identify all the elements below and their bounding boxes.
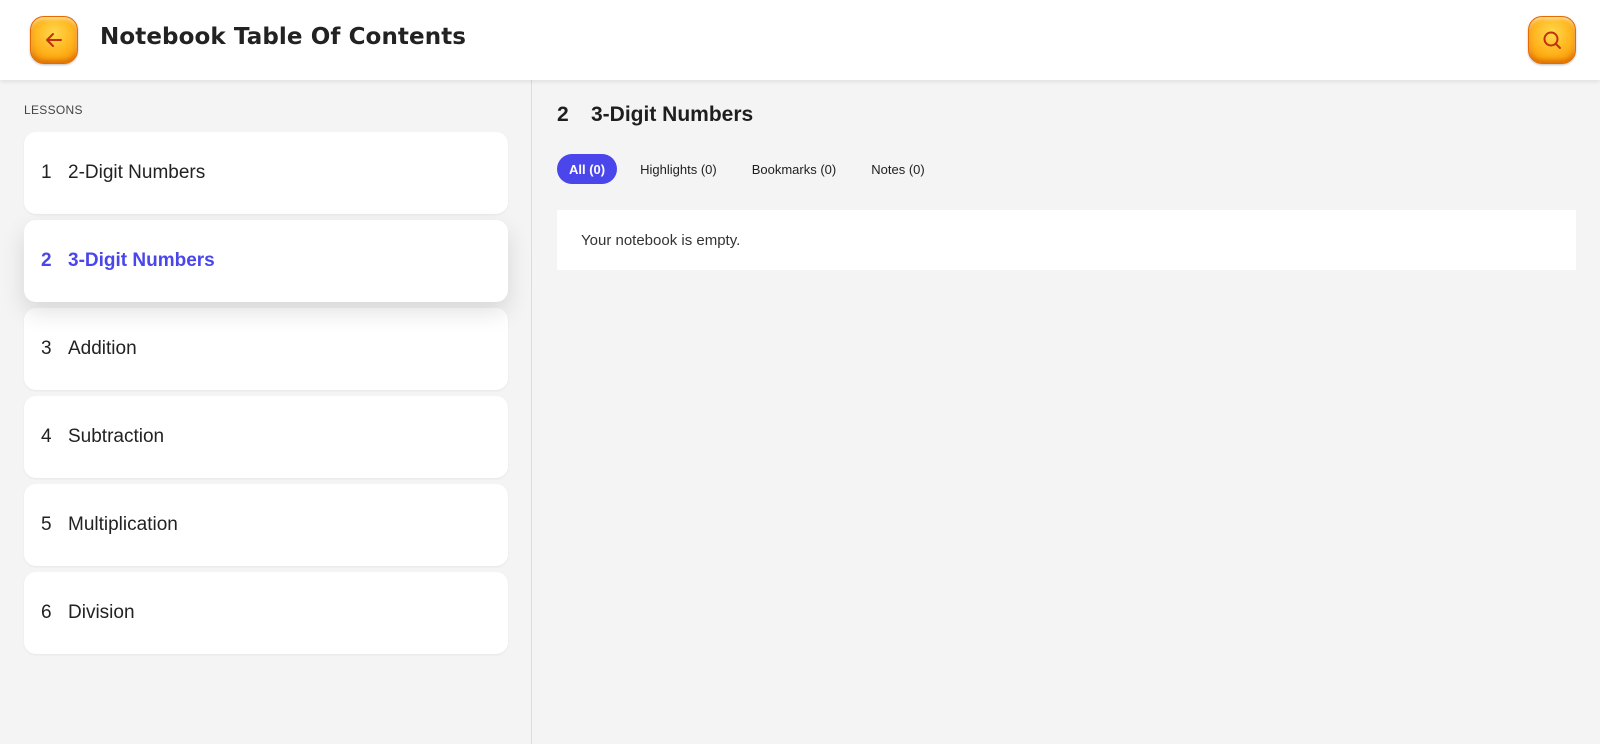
lesson-number: 3	[41, 338, 52, 359]
lesson-number: 2	[41, 250, 52, 271]
search-icon	[1543, 31, 1561, 49]
arrow-left-icon	[46, 33, 62, 47]
tab-highlights[interactable]: Highlights (0)	[628, 154, 729, 184]
lesson-name: 3-Digit Numbers	[68, 250, 215, 271]
lesson-item-6[interactable]: 6 Division	[24, 572, 508, 654]
lesson-item-5[interactable]: 5 Multiplication	[24, 484, 508, 566]
lesson-name: Division	[68, 602, 135, 623]
back-button[interactable]	[30, 16, 78, 64]
lesson-number: 4	[41, 426, 52, 447]
lessons-section-label: LESSONS	[24, 103, 83, 117]
tab-all[interactable]: All (0)	[557, 154, 618, 184]
tab-bookmarks[interactable]: Bookmarks (0)	[740, 154, 849, 184]
lesson-name: Addition	[68, 338, 137, 359]
lesson-name: 2-Digit Numbers	[68, 162, 206, 183]
tab-notes[interactable]: Notes (0)	[859, 154, 936, 184]
notebook-content: 2 3-Digit Numbers All (0) Highlights (0)…	[533, 80, 1600, 744]
lesson-number: 6	[41, 602, 52, 623]
search-button[interactable]	[1528, 16, 1576, 64]
lesson-item-3[interactable]: 3 Addition	[24, 308, 508, 390]
lesson-item-4[interactable]: 4 Subtraction	[24, 396, 508, 478]
app-header: Notebook Table Of Contents	[0, 0, 1600, 80]
filter-tabs: All (0) Highlights (0) Bookmarks (0) Not…	[557, 154, 948, 184]
lesson-name: Multiplication	[68, 514, 178, 535]
lesson-heading-title: 3-Digit Numbers	[591, 103, 754, 126]
empty-notebook-panel: Your notebook is empty.	[557, 210, 1576, 270]
lesson-number: 5	[41, 514, 52, 535]
lesson-heading-number: 2	[557, 103, 569, 126]
lesson-number: 1	[41, 162, 52, 183]
lesson-item-1[interactable]: 1 2-Digit Numbers	[24, 132, 508, 214]
lesson-name: Subtraction	[68, 426, 165, 447]
lessons-sidebar: LESSONS 1 2-Digit Numbers 2 3-Digit Numb…	[0, 80, 532, 744]
page-title: Notebook Table Of Contents	[100, 24, 467, 50]
empty-message: Your notebook is empty.	[581, 231, 741, 249]
lesson-item-2[interactable]: 2 3-Digit Numbers	[24, 220, 508, 302]
lesson-heading: 2 3-Digit Numbers	[557, 103, 753, 127]
